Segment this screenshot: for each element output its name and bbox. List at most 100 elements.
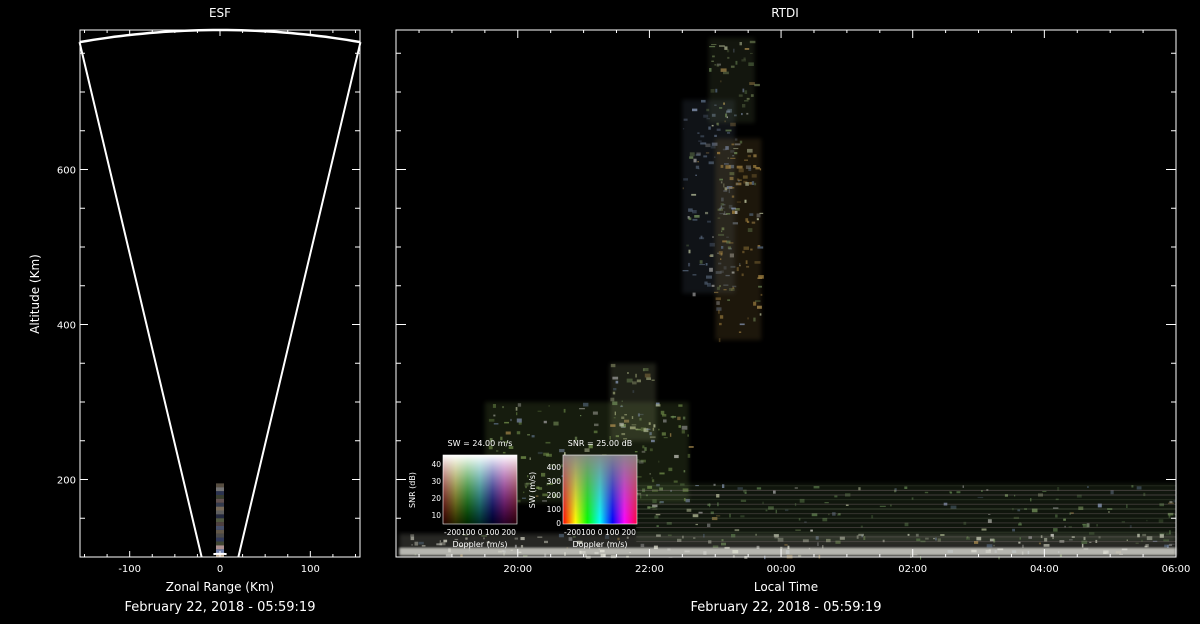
rtdi-echo-speck bbox=[692, 109, 697, 112]
rtdi-echo-speck bbox=[727, 57, 729, 59]
rtdi-echo-speck bbox=[693, 219, 698, 221]
rtdi-echo-speck bbox=[752, 174, 757, 178]
legend-1-y-tick: 20 bbox=[431, 494, 441, 503]
legend-1-title: SW = 24.00 m/s bbox=[448, 439, 513, 448]
rtdi-echo-speck bbox=[700, 260, 703, 264]
rtdi-echo-speck bbox=[1055, 514, 1058, 517]
rtdi-echo-speck bbox=[978, 497, 984, 498]
rtdi-echo-speck bbox=[722, 539, 724, 541]
figure-canvas: ESF -1000100200400600 Altitude (Km) Zona… bbox=[0, 0, 1200, 620]
rtdi-echo-speck bbox=[521, 456, 526, 459]
rtdi-echo-speck bbox=[516, 412, 517, 415]
rtdi-echo-speck bbox=[694, 159, 697, 163]
rtdi-echo-speck bbox=[748, 228, 753, 232]
rtdi-echo-speck bbox=[1082, 524, 1086, 525]
rtdi-echo-speck bbox=[1137, 486, 1142, 489]
rtdi-echo-speck bbox=[1082, 544, 1084, 548]
rtdi-echo-speck bbox=[496, 450, 498, 452]
rtdi-echo-speck bbox=[504, 422, 509, 424]
rtdi-echo-speck bbox=[740, 324, 745, 326]
rtdi-echo-speck bbox=[712, 285, 715, 287]
esf-y-tick-label: 200 bbox=[57, 476, 76, 487]
rtdi-echo-speck bbox=[754, 183, 756, 186]
rtdi-echo-speck bbox=[916, 539, 920, 542]
esf-echo-cell bbox=[216, 514, 224, 518]
rtdi-echo-speck bbox=[700, 135, 704, 137]
rtdi-echo-speck bbox=[674, 455, 679, 458]
rtdi-echo-speck bbox=[746, 266, 749, 268]
rtdi-echo-speck bbox=[721, 543, 726, 546]
rtdi-echo-speck bbox=[641, 544, 645, 547]
rtdi-echo-speck bbox=[483, 537, 485, 539]
rtdi-echo-speck bbox=[635, 428, 638, 430]
rtdi-echo-speck bbox=[719, 107, 722, 109]
rtdi-echo-speck bbox=[515, 545, 517, 548]
rtdi-echo-speck bbox=[706, 152, 709, 154]
rtdi-x-tick-label: 02:00 bbox=[898, 564, 927, 575]
rtdi-echo-speck bbox=[642, 451, 646, 453]
rtdi-echo-speck bbox=[709, 268, 713, 272]
rtdi-panel: RTDI 20:0022:0000:0002:0004:0006:00 Loca… bbox=[396, 6, 1190, 615]
rtdi-echo-speck bbox=[993, 545, 995, 547]
rtdi-echo-speck bbox=[689, 250, 691, 254]
rtdi-echo-speck bbox=[718, 234, 724, 236]
rtdi-echo-speck bbox=[737, 202, 741, 203]
rtdi-echo-speck bbox=[683, 187, 684, 189]
rtdi-echo-speck bbox=[766, 510, 768, 512]
rtdi-echo-speck bbox=[706, 263, 708, 266]
rtdi-echo-speck bbox=[1018, 523, 1022, 525]
rtdi-echo-speck bbox=[717, 129, 721, 131]
rtdi-echo-speck bbox=[686, 245, 689, 247]
rtdi-echo-speck bbox=[510, 419, 511, 421]
rtdi-echo-speck bbox=[1159, 519, 1164, 522]
rtdi-echo-speck bbox=[697, 133, 699, 134]
rtdi-echo-speck bbox=[744, 160, 748, 161]
legend-1-x-label: Doppler (m/s) bbox=[452, 540, 507, 549]
rtdi-echo-speck bbox=[646, 377, 651, 380]
rtdi-echo-speck bbox=[730, 158, 735, 159]
rtdi-echo-speck bbox=[627, 379, 633, 383]
rtdi-echo-speck bbox=[543, 453, 549, 456]
rtdi-echo-speck bbox=[518, 500, 521, 503]
rtdi-echo-speck bbox=[739, 263, 740, 266]
rtdi-echo-speck bbox=[742, 104, 745, 108]
rtdi-echo-speck bbox=[711, 146, 716, 149]
rtdi-echo-speck bbox=[668, 535, 672, 537]
rtdi-echo-speck bbox=[733, 49, 734, 53]
rtdi-echo-speck bbox=[1012, 529, 1015, 532]
rtdi-echo-speck bbox=[671, 416, 676, 418]
rtdi-echo-speck bbox=[659, 473, 664, 475]
legend-2-y-label: SW (m/s) bbox=[528, 472, 537, 508]
rtdi-echo-speck bbox=[662, 414, 666, 417]
rtdi-echo-speck bbox=[503, 452, 506, 454]
rtdi-echo-speck bbox=[645, 374, 651, 378]
rtdi-echo-speck bbox=[1143, 493, 1145, 496]
rtdi-echo-speck bbox=[523, 492, 524, 494]
rtdi-echo-region bbox=[715, 139, 761, 341]
rtdi-echo-speck bbox=[537, 537, 542, 538]
rtdi-echo-speck bbox=[621, 417, 624, 420]
rtdi-echo-speck bbox=[1146, 520, 1147, 521]
rtdi-echo-speck bbox=[410, 534, 414, 537]
rtdi-echo-speck bbox=[541, 473, 545, 477]
rtdi-echo-speck bbox=[633, 390, 635, 393]
esf-echo-cell bbox=[216, 526, 224, 530]
legend-2-y-tick: 300 bbox=[547, 477, 562, 486]
rtdi-echo-speck bbox=[701, 100, 706, 103]
rtdi-echo-speck bbox=[650, 448, 653, 451]
rtdi-echo-speck bbox=[949, 491, 951, 493]
rtdi-echo-speck bbox=[687, 434, 689, 436]
rtdi-echo-speck bbox=[527, 434, 530, 436]
esf-echo-cell bbox=[216, 530, 224, 534]
rtdi-echo-speck bbox=[707, 283, 711, 287]
rtdi-echo-speck bbox=[925, 492, 928, 493]
rtdi-echo-speck bbox=[443, 540, 447, 543]
rtdi-echo-speck bbox=[737, 267, 739, 271]
rtdi-echo-speck bbox=[762, 502, 763, 504]
rtdi-echo-speck bbox=[732, 287, 734, 289]
rtdi-echo-speck bbox=[1044, 544, 1050, 547]
esf-axis-ticks: -1000100200400600 bbox=[57, 30, 360, 575]
rtdi-echo-speck bbox=[712, 236, 714, 238]
rtdi-echo-speck bbox=[784, 544, 787, 546]
rtdi-echo-speck bbox=[1069, 539, 1073, 540]
